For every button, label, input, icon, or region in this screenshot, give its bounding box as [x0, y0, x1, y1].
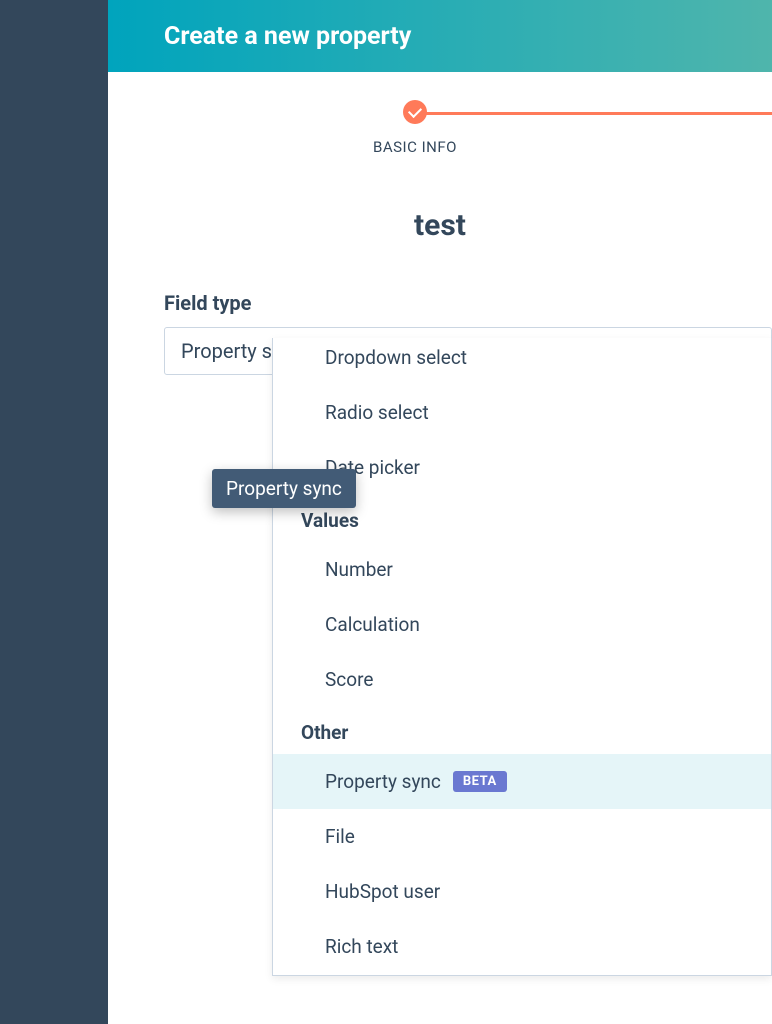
dropdown-item-number[interactable]: Number: [273, 542, 771, 597]
field-type-label: Field type: [164, 291, 772, 315]
panel-title: Create a new property: [164, 22, 411, 51]
tooltip: Property sync: [212, 469, 356, 508]
dropdown-item-hubspot-user[interactable]: HubSpot user: [273, 864, 771, 919]
dropdown-item-label: Property sync: [325, 770, 441, 793]
dropdown-item-label: Score: [325, 668, 373, 691]
panel-header: Create a new property: [108, 0, 772, 72]
dropdown-group-other: Other: [273, 707, 771, 754]
dropdown-item-rich-text[interactable]: Rich text: [273, 919, 771, 974]
stepper: BASIC INFO FIELD TYPE: [108, 90, 772, 180]
dropdown-item-label: Number: [325, 558, 393, 581]
dropdown-item-label: File: [325, 825, 355, 848]
dropdown-item-radio-select[interactable]: Radio select: [273, 385, 771, 440]
step-label: BASIC INFO: [373, 138, 457, 156]
dropdown-item-file[interactable]: File: [273, 809, 771, 864]
step-basic-info[interactable]: BASIC INFO: [373, 100, 457, 156]
dropdown-item-property-sync[interactable]: Property sync BETA: [273, 754, 771, 809]
dropdown-item-calculation[interactable]: Calculation: [273, 597, 771, 652]
check-icon: [408, 103, 422, 117]
dropdown-item-label: Radio select: [325, 401, 429, 424]
step-circle-completed: [403, 100, 427, 124]
dropdown-item-label: Rich text: [325, 935, 398, 958]
field-type-dropdown[interactable]: Dropdown select Radio select Date picker…: [272, 338, 772, 976]
stepper-line: [420, 112, 772, 115]
dropdown-item-label: Dropdown select: [325, 346, 467, 369]
dropdown-item-label: HubSpot user: [325, 880, 440, 903]
beta-badge: BETA: [453, 771, 507, 792]
property-name-heading: test: [108, 208, 772, 243]
create-property-panel: Create a new property BASIC INFO FIELD T…: [108, 0, 772, 1024]
dropdown-item-label: Calculation: [325, 613, 420, 636]
dropdown-item-score[interactable]: Score: [273, 652, 771, 707]
dropdown-item-dropdown-select[interactable]: Dropdown select: [273, 338, 771, 385]
tooltip-text: Property sync: [226, 477, 342, 500]
